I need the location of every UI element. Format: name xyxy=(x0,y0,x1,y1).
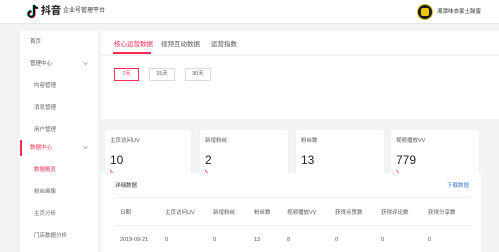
column-header: 获得评论数 xyxy=(381,210,409,216)
table-cell: 0 xyxy=(381,237,385,243)
column-header: 新增粉丝 xyxy=(213,210,236,216)
filter-15-days[interactable]: 15天 xyxy=(149,68,175,81)
table-cell: 8 xyxy=(287,237,291,243)
divider xyxy=(115,225,471,226)
active-tab-indicator xyxy=(113,52,151,54)
table-cell: 0 xyxy=(428,237,432,243)
chevron-down-icon xyxy=(83,62,88,66)
sidebar-item-label: 消息管理 xyxy=(34,105,57,111)
sidebar-item-label: 主页分析 xyxy=(34,211,57,217)
sidebar: 首页 管理中心 内容管理 消息管理 用户管理 数据中心 数据概览 粉丝画像 主页… xyxy=(20,31,98,252)
account-avatar[interactable] xyxy=(417,4,433,20)
chevron-down-icon xyxy=(83,146,88,150)
sidebar-item-management[interactable]: 管理中心 xyxy=(20,53,98,75)
brand-subtitle: 企业号管理平台 xyxy=(63,8,106,14)
download-data-link[interactable]: 下载数据 xyxy=(447,182,469,190)
table-cell: 2019-09-21 xyxy=(120,237,149,243)
brand-name: 抖音 xyxy=(41,6,61,17)
sidebar-item-store-analysis[interactable]: 门店数据分析 xyxy=(20,225,98,247)
metric-value: 13 xyxy=(301,153,315,167)
column-header: 获得分享数 xyxy=(428,210,456,216)
sidebar-item-home[interactable]: 首页 xyxy=(20,31,98,53)
tab-bar: 核心运营数据 视频互动数据 运营指数 xyxy=(101,31,499,55)
metric-value: 779 xyxy=(396,153,417,167)
sidebar-item-label: 数据中心 xyxy=(30,145,53,151)
sidebar-item-label: 粉丝画像 xyxy=(34,189,57,195)
douyin-logo-icon xyxy=(27,4,39,19)
metric-title: 视频播放VV xyxy=(396,138,426,144)
detail-title: 详细数据 xyxy=(115,183,138,189)
table-cell: 0 xyxy=(213,237,217,243)
sidebar-item-label: 管理中心 xyxy=(30,61,53,67)
table-cell: 13 xyxy=(254,237,261,243)
account-name[interactable]: 湘潭味衣家土躁蜜 xyxy=(437,8,481,16)
column-header: 视频播放VV xyxy=(287,210,317,216)
sidebar-item-label: 首页 xyxy=(30,39,42,45)
metric-value: 2 xyxy=(205,153,212,167)
tab-operation-index[interactable]: 运营指数 xyxy=(211,40,237,49)
metric-title: 新增粉丝 xyxy=(205,138,228,144)
tab-video-interaction[interactable]: 视频互动数据 xyxy=(161,40,200,49)
sidebar-item-messages[interactable]: 消息管理 xyxy=(20,97,98,119)
column-header: 粉丝数 xyxy=(254,210,271,216)
table-cell: 0 xyxy=(335,237,339,243)
column-header: 主页访问UV xyxy=(165,210,195,216)
sidebar-item-label: 门店数据分析 xyxy=(34,233,68,239)
metric-title: 主页访问UV xyxy=(110,138,140,144)
sidebar-item-label: 内容管理 xyxy=(34,83,57,89)
sidebar-item-label: 用户管理 xyxy=(34,127,57,133)
detail-data-panel: 详细数据 下载数据 日期 主页访问UV 新增粉丝 粉丝数 视频播放VV 获得点赞… xyxy=(101,173,481,252)
metric-value: 10 xyxy=(110,153,124,167)
sidebar-item-label: 数据概览 xyxy=(34,167,57,173)
sidebar-item-content[interactable]: 内容管理 xyxy=(20,75,98,97)
column-header: 获得点赞数 xyxy=(335,210,363,216)
filter-bar xyxy=(101,56,499,119)
table-cell: 0 xyxy=(165,237,169,243)
sidebar-item-homepage-analysis[interactable]: 主页分析 xyxy=(20,203,98,225)
sidebar-item-fan-profile[interactable]: 粉丝画像 xyxy=(20,181,98,203)
sidebar-item-data-center[interactable]: 数据中心 xyxy=(20,137,98,159)
tab-core-operations[interactable]: 核心运营数据 xyxy=(114,40,153,49)
top-bar: 抖音 企业号管理平台 湘潭味衣家土躁蜜 xyxy=(0,0,499,24)
filter-30-days[interactable]: 30天 xyxy=(185,68,211,81)
column-header: 日期 xyxy=(120,210,132,216)
metric-title: 粉丝数 xyxy=(301,138,318,144)
divider xyxy=(115,197,471,198)
filter-7-days[interactable]: 7天 xyxy=(114,68,139,81)
sidebar-item-data-overview[interactable]: 数据概览 xyxy=(20,159,98,181)
